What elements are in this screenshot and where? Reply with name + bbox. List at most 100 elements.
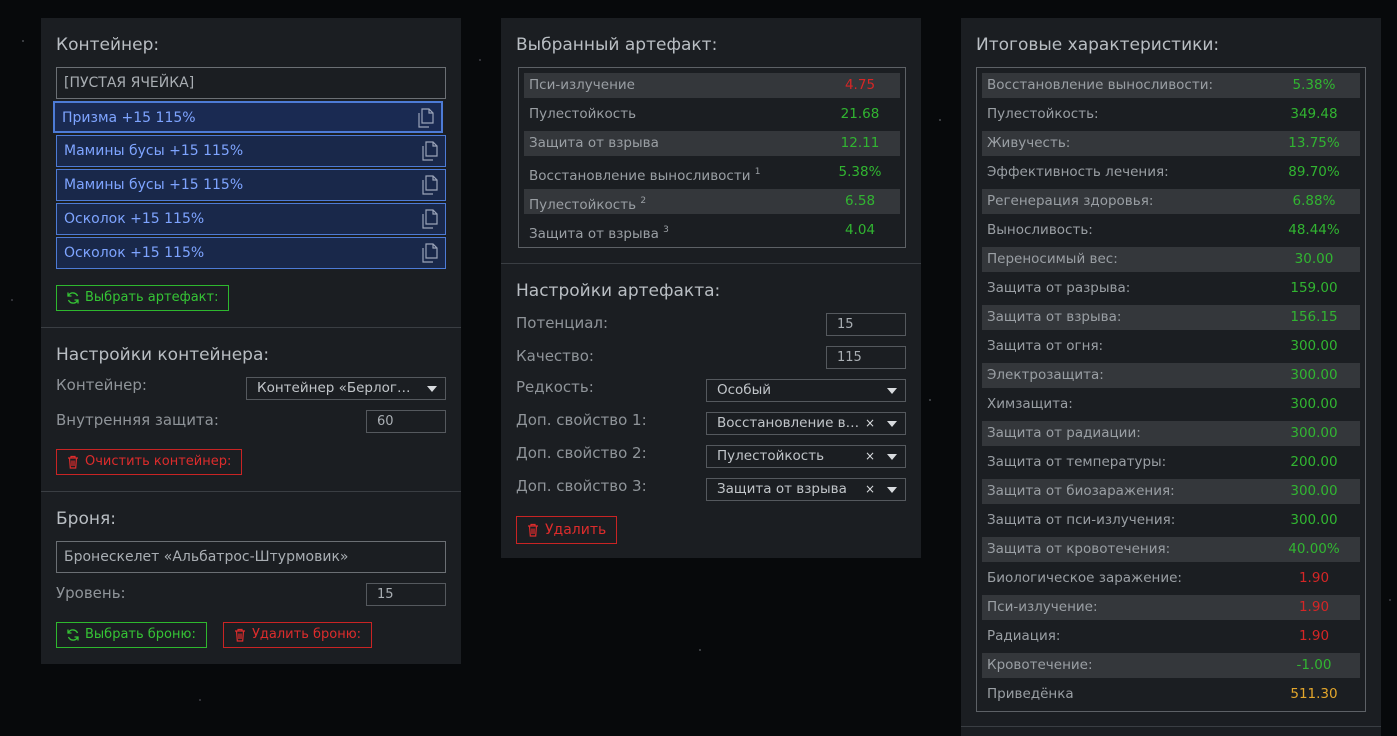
stat-value: 5.38%: [838, 164, 882, 180]
total-stat-row: Электрозащита: 300.00: [982, 363, 1360, 388]
extra3-select[interactable]: Защита от взрыва ×: [706, 478, 906, 501]
extra3-select-value: Защита от взрыва: [717, 481, 847, 497]
total-stat-name: Химзащита:: [987, 396, 1073, 412]
total-stat-name: Биологическое заражение:: [987, 570, 1182, 586]
stat-name: Пулестойкость 2: [529, 189, 646, 218]
rarity-label: Редкость:: [516, 378, 594, 396]
divider: [961, 726, 1381, 727]
total-stat-value: -1.00: [1296, 657, 1332, 673]
artifact-title: Выбранный артефакт:: [516, 35, 718, 55]
container-label: Контейнер:: [56, 376, 147, 394]
total-stat-name: Кровотечение:: [987, 657, 1093, 673]
total-stat-name: Защита от радиации:: [987, 425, 1141, 441]
extra1-select[interactable]: Восстановление в… ×: [706, 412, 906, 435]
total-stat-name: Защита от разрыва:: [987, 280, 1131, 296]
total-stat-row: Живучесть: 13.75%: [982, 131, 1360, 156]
trash-icon: [528, 523, 538, 537]
total-stat-name: Пси-излучение:: [987, 599, 1098, 615]
trash-icon: [235, 628, 245, 642]
empty-slot[interactable]: [ПУСТАЯ ЯЧЕЙКА]: [56, 67, 446, 99]
choose-artifact-button[interactable]: Выбрать артефакт:: [56, 285, 230, 311]
copy-icon[interactable]: [420, 175, 438, 195]
level-input[interactable]: 15: [366, 583, 446, 606]
total-stat-row: Радиация: 1.90: [982, 624, 1360, 649]
chevron-down-icon: [887, 388, 897, 394]
artifact-stats-table: Пси-излучение 4.75 Пулестойкость 21.68 З…: [518, 67, 906, 248]
container-title: Контейнер:: [56, 35, 160, 55]
total-stat-row: Пулестойкость: 349.48: [982, 102, 1360, 127]
total-stat-value: 40.00%: [1288, 541, 1340, 557]
total-stat-value: 6.88%: [1292, 193, 1336, 209]
divider: [41, 327, 461, 328]
total-stat-name: Регенерация здоровья:: [987, 193, 1154, 209]
stat-name-text: Защита от взрыва: [529, 226, 659, 242]
inner-protection-label: Внутренняя защита:: [56, 411, 219, 429]
artifact-slot[interactable]: Призма +15 115%: [53, 101, 443, 133]
delete-artifact-button[interactable]: Удалить: [516, 516, 618, 544]
total-stat-value: 48.44%: [1288, 222, 1340, 238]
inner-protection-input[interactable]: 60: [366, 410, 446, 433]
copy-icon[interactable]: [420, 243, 438, 263]
totals-stats-table: Восстановление выносливости: 5.38% Пулесто…: [976, 67, 1366, 712]
clear-icon[interactable]: ×: [865, 413, 875, 434]
total-stat-name: Живучесть:: [987, 135, 1071, 151]
total-stat-value: 1.90: [1298, 599, 1330, 615]
artifact-slot[interactable]: Осколок +15 115%: [56, 237, 446, 269]
artifact-slot-label: Мамины бусы +15 115%: [64, 177, 244, 193]
armor-field[interactable]: Бронескелет «Альбатрос-Штурмовик»: [56, 541, 446, 573]
total-stat-row: Защита от биозаражения: 300.00: [982, 479, 1360, 504]
total-stat-name: Переносимый вес:: [987, 251, 1118, 267]
total-stat-row: Защита от огня: 300.00: [982, 334, 1360, 359]
total-stat-value: 156.15: [1290, 309, 1338, 325]
container-select-value: Контейнер «Берлога…: [257, 380, 417, 396]
total-stat-name: Защита от взрыва:: [987, 309, 1122, 325]
total-stat-name: Защита от огня:: [987, 338, 1104, 354]
total-stat-row: Химзащита: 300.00: [982, 392, 1360, 417]
stat-index: 2: [640, 196, 647, 206]
clear-icon[interactable]: ×: [865, 479, 875, 500]
stat-row: Пулестойкость 2 6.58: [524, 189, 900, 214]
artifact-slot[interactable]: Осколок +15 115%: [56, 203, 446, 235]
divider: [41, 491, 461, 492]
stat-name: Защита от взрыва 3: [529, 218, 669, 247]
container-select[interactable]: Контейнер «Берлога…: [246, 377, 446, 400]
copy-icon[interactable]: [420, 141, 438, 161]
divider: [501, 263, 921, 264]
delete-armor-button[interactable]: Удалить броню:: [223, 622, 373, 648]
total-stat-value: 300.00: [1290, 483, 1338, 499]
stat-row: Защита от взрыва 3 4.04: [524, 218, 900, 243]
choose-armor-button[interactable]: Выбрать броню:: [56, 622, 207, 648]
quality-input[interactable]: 115: [826, 346, 906, 369]
potential-input[interactable]: 15: [826, 313, 906, 336]
total-stat-row: Восстановление выносливости: 5.38%: [982, 73, 1360, 98]
artifact-slot[interactable]: Мамины бусы +15 115%: [56, 135, 446, 167]
rarity-select[interactable]: Особый: [706, 379, 906, 402]
artifact-slot-label: Мамины бусы +15 115%: [64, 143, 244, 159]
total-stat-value: 1.90: [1298, 570, 1330, 586]
clear-container-button[interactable]: Очистить контейнер:: [56, 449, 243, 475]
artifact-settings-title: Настройки артефакта:: [516, 281, 721, 301]
total-stat-row: Защита от температуры: 200.00: [982, 450, 1360, 475]
copy-icon[interactable]: [420, 209, 438, 229]
total-stat-row: Выносливость: 48.44%: [982, 218, 1360, 243]
artifact-slot-label: Призма +15 115%: [62, 110, 196, 126]
refresh-icon: [67, 629, 79, 641]
extra2-select[interactable]: Пулестойкость ×: [706, 445, 906, 468]
total-stat-name: Эффективность лечения:: [987, 164, 1169, 180]
total-stat-row: Регенерация здоровья: 6.88%: [982, 189, 1360, 214]
totals-title: Итоговые характеристики:: [976, 35, 1220, 55]
total-stat-value: 349.48: [1290, 106, 1338, 122]
stat-value: 6.58: [844, 193, 876, 209]
stat-value: 4.04: [844, 222, 876, 238]
total-stat-name: Электрозащита:: [987, 367, 1104, 383]
total-stat-value: 30.00: [1294, 251, 1334, 267]
total-stat-row: Защита от кровотечения: 40.00%: [982, 537, 1360, 562]
total-stat-row: Защита от радиации: 300.00: [982, 421, 1360, 446]
total-stat-value: 300.00: [1290, 396, 1338, 412]
artifact-slot-label: Осколок +15 115%: [64, 245, 205, 261]
artifact-slot[interactable]: Мамины бусы +15 115%: [56, 169, 446, 201]
choose-armor-label: Выбрать броню:: [85, 627, 196, 642]
copy-icon[interactable]: [416, 108, 434, 128]
clear-icon[interactable]: ×: [865, 446, 875, 467]
total-stat-name: Приведёнка: [987, 686, 1074, 702]
